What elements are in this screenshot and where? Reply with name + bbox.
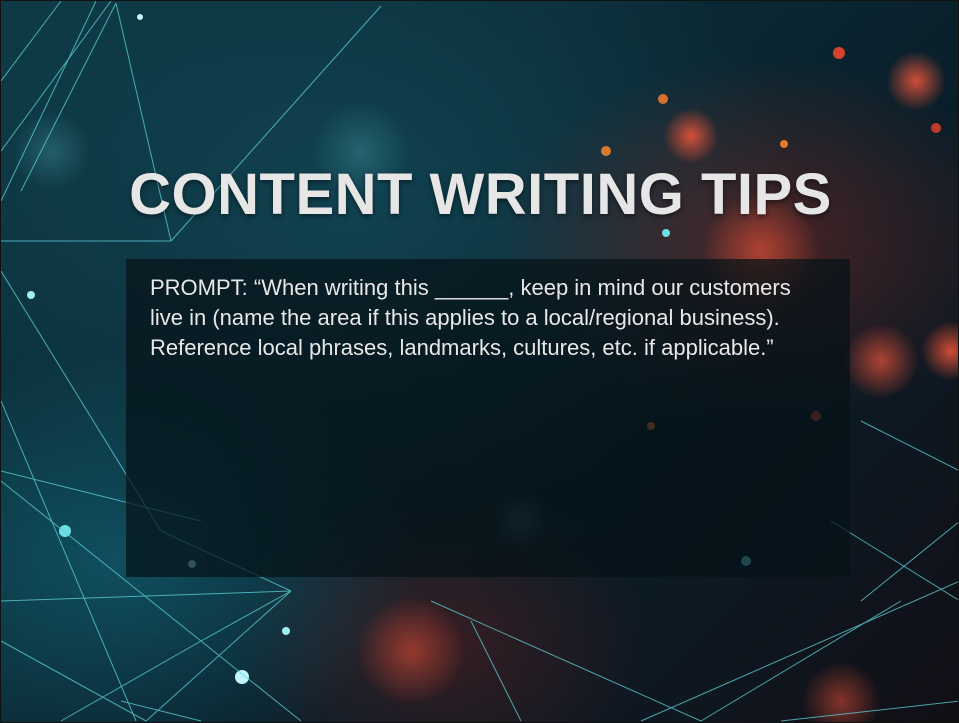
slide-title: CONTENT WRITING TIPS <box>129 162 832 227</box>
prompt-text: PROMPT: “When writing this ______, keep … <box>150 275 791 360</box>
content-box: PROMPT: “When writing this ______, keep … <box>126 259 850 577</box>
slide: CONTENT WRITING TIPS PROMPT: “When writi… <box>0 0 959 723</box>
